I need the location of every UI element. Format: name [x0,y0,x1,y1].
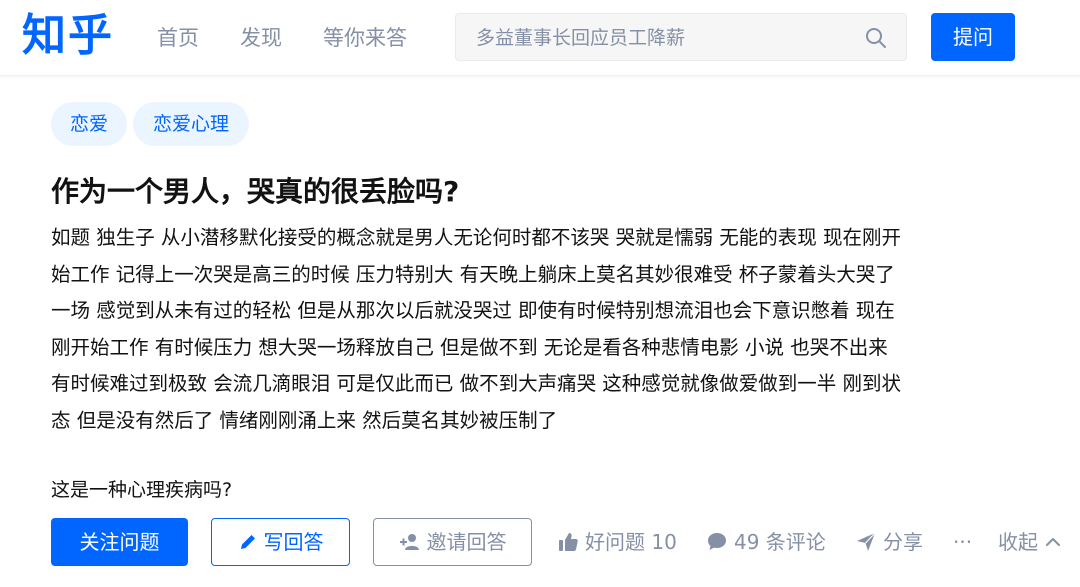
invite-answer-button[interactable]: 邀请回答 [373,518,532,566]
search-input[interactable]: 多益董事长回应员工降薪 [455,13,907,61]
ask-question-button[interactable]: 提问 [931,13,1015,61]
comments-button[interactable]: 49 条评论 [706,526,826,558]
paper-plane-icon [857,532,876,551]
pencil-icon [240,535,255,549]
zhihu-logo[interactable]: 知乎 [22,8,114,64]
description-line: 一场 感觉到从未有过的轻松 但是从那次以后就没哭过 即使有时候特别想流泪也会下意… [51,299,895,322]
comments-label: 49 条评论 [734,530,826,554]
question-description: 如题 独生子 从小潜移默化接受的概念就是男人无论何时都不该哭 哭就是懦弱 无能的… [51,220,1011,439]
nav-discover[interactable]: 发现 [240,22,282,54]
good-question-button[interactable]: 好问题 10 [557,526,677,558]
thumbs-up-icon [559,533,578,551]
comment-bubble-icon [708,533,726,550]
good-question-label: 好问题 10 [585,530,677,554]
search-icon[interactable] [864,26,888,50]
write-answer-button[interactable]: 写回答 [211,518,350,566]
nav-waiting-answers[interactable]: 等你来答 [323,22,407,54]
more-options-button[interactable]: ··· [953,526,972,558]
nav-home[interactable]: 首页 [157,22,199,54]
description-line: 刚开始工作 有时候压力 想大哭一场释放自己 但是做不到 无论是看各种悲情电影 小… [51,335,888,359]
description-line: 如题 独生子 从小潜移默化接受的概念就是男人无论何时都不该哭 哭就是懦弱 无能的… [51,226,901,249]
top-header: 知乎 首页 发现 等你来答 多益董事长回应员工降薪 提问 [0,0,1080,76]
description-line: 态 但是没有然后了 情绪刚刚涌上来 然后莫名其妙被压制了 [51,408,558,432]
question-followup-line: 这是一种心理疾病吗? [51,479,233,501]
share-label: 分享 [883,530,923,554]
follow-question-button[interactable]: 关注问题 [51,518,188,566]
question-title: 作为一个男人，哭真的很丢脸吗? [51,175,460,208]
add-user-icon [399,534,419,550]
search-placeholder: 多益董事长回应员工降薪 [476,27,686,49]
topic-tag-love[interactable]: 恋爱 [51,102,127,146]
collapse-label: 收起 [998,530,1038,554]
more-dots-icon: ··· [953,530,973,554]
description-line: 有时候难过到极致 会流几滴眼泪 可是仅此而已 做不到大声痛哭 这种感觉就像做爱做… [51,372,901,395]
description-line: 始工作 记得上一次哭是高三的时候 压力特别大 有天晚上躺床上莫名其妙很难受 杯子… [51,262,895,286]
write-answer-label: 写回答 [263,530,324,554]
invite-answer-label: 邀请回答 [426,530,507,554]
topic-tag-love-psychology[interactable]: 恋爱心理 [133,102,249,146]
collapse-button[interactable]: 收起 [998,526,1062,558]
share-button[interactable]: 分享 [855,526,923,558]
chevron-up-icon [1046,538,1060,546]
